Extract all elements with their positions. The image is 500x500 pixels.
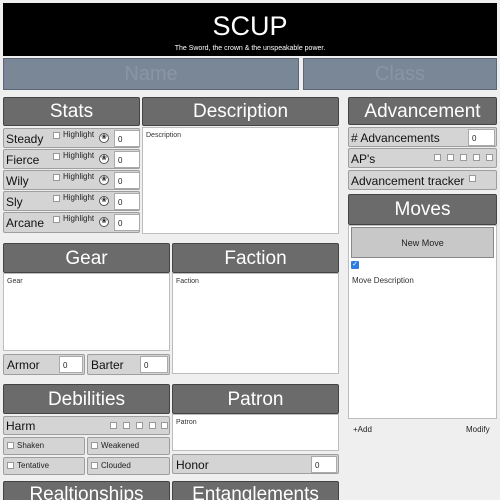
move-description: Move Description [352,276,414,285]
class-input[interactable]: Class [303,58,497,90]
condition-clouded[interactable]: Clouded [87,457,170,475]
ap-checkbox-1[interactable] [434,154,441,161]
advancement-tracker-checkbox[interactable] [469,175,476,182]
stat-row-arcane: Arcane Highlight ❀ 0 [3,212,140,233]
ap-checkbox-4[interactable] [473,154,480,161]
advancement-tracker-row: Advancement tracker [348,170,497,190]
honor-value[interactable]: 0 [311,456,337,473]
condition-label: Tentative [17,461,50,470]
ap-checkbox-5[interactable] [486,154,493,161]
highlight-checkbox[interactable] [53,174,60,181]
move-checkbox[interactable]: ✓ [351,261,359,269]
sheet-subtitle: The Sword, the crown & the unspeakable p… [174,45,326,52]
harm-checkbox-2[interactable] [123,422,130,429]
entanglements-header: Entanglements [172,481,339,500]
patron-textarea[interactable]: Patron [172,414,339,451]
harm-label: Harm [6,419,36,433]
condition-checkbox[interactable] [91,442,98,449]
harm-row: Harm [3,416,170,435]
harm-checkbox-5[interactable] [161,422,168,429]
dice-roll-icon[interactable]: ❀ [99,196,109,206]
condition-shaken[interactable]: Shaken [3,437,85,455]
stat-row-fierce: Fierce Highlight ❀ 0 [3,149,140,169]
barter-row: Barter 0 [87,354,170,375]
faction-textarea[interactable]: Faction [172,273,339,374]
condition-checkbox[interactable] [7,462,14,469]
harm-checkbox-4[interactable] [149,422,156,429]
stat-label: Steady [6,132,44,146]
honor-row: Honor 0 [172,454,339,474]
highlight-label: Highlight [63,151,95,160]
condition-checkbox[interactable] [7,442,14,449]
dice-roll-icon[interactable]: ❀ [99,217,109,227]
gear-textarea[interactable]: Gear [3,273,170,351]
honor-label: Honor [176,458,209,472]
armor-value[interactable]: 0 [59,356,83,373]
faction-header: Faction [172,243,339,273]
stat-value[interactable]: 0 [114,172,140,189]
condition-weakened[interactable]: Weakened [87,437,170,455]
aps-label: AP's [351,152,376,166]
stat-value[interactable]: 0 [114,214,140,231]
harm-checkbox-3[interactable] [136,422,143,429]
armor-row: Armor 0 [3,354,85,375]
debilities-header: Debilities [3,384,170,414]
patron-header: Patron [172,384,339,414]
description-header: Description [142,97,339,126]
name-input[interactable]: Name [3,58,299,90]
stat-value[interactable]: 0 [114,193,140,210]
stat-label: Fierce [6,153,40,167]
condition-checkbox[interactable] [91,462,98,469]
dice-roll-icon[interactable]: ❀ [99,175,109,185]
condition-label: Clouded [101,461,131,470]
stat-row-sly: Sly Highlight ❀ 0 [3,191,140,211]
highlight-checkbox[interactable] [53,132,60,139]
stat-row-steady: Steady Highlight ❀ 0 [3,128,140,148]
stats-header: Stats [3,97,140,126]
stat-value[interactable]: 0 [114,130,140,147]
barter-label: Barter [91,358,124,372]
title-banner: SCUP The Sword, the crown & the unspeaka… [3,3,497,56]
ap-checkbox-3[interactable] [460,154,467,161]
barter-value[interactable]: 0 [140,356,168,373]
advancements-value[interactable]: 0 [468,129,495,146]
stat-label: Arcane [6,216,45,230]
advancement-header: Advancement [348,97,497,125]
relationships-header: Realtionships [3,481,170,500]
stat-row-wily: Wily Highlight ❀ 0 [3,170,140,190]
advancement-tracker-label: Advancement tracker [351,174,465,188]
condition-label: Weakened [101,441,140,450]
description-textarea[interactable]: Description [142,127,339,234]
harm-checkbox-1[interactable] [110,422,117,429]
highlight-checkbox[interactable] [53,195,60,202]
highlight-checkbox[interactable] [53,216,60,223]
condition-tentative[interactable]: Tentative [3,457,85,475]
advancements-label: # Advancements [351,131,440,145]
moves-list: New Move ✓ Move Description [348,225,497,419]
highlight-checkbox[interactable] [53,153,60,160]
ap-checkbox-2[interactable] [447,154,454,161]
highlight-label: Highlight [63,172,95,181]
add-move-link[interactable]: +Add [353,425,372,434]
dice-roll-icon[interactable]: ❀ [99,133,109,143]
new-move-button[interactable]: New Move [351,227,494,258]
moves-header: Moves [348,194,497,225]
stat-label: Sly [6,195,23,209]
advancements-row: # Advancements 0 [348,127,497,147]
armor-label: Armor [7,358,40,372]
dice-roll-icon[interactable]: ❀ [99,154,109,164]
highlight-label: Highlight [63,130,95,139]
aps-row: AP's [348,148,497,168]
gear-header: Gear [3,243,170,273]
highlight-label: Highlight [63,193,95,202]
highlight-label: Highlight [63,214,95,223]
stat-label: Wily [6,174,29,188]
condition-label: Shaken [17,441,45,450]
stat-value[interactable]: 0 [114,151,140,168]
modify-move-link[interactable]: Modify [466,425,490,434]
sheet-title: SCUP [212,11,288,41]
